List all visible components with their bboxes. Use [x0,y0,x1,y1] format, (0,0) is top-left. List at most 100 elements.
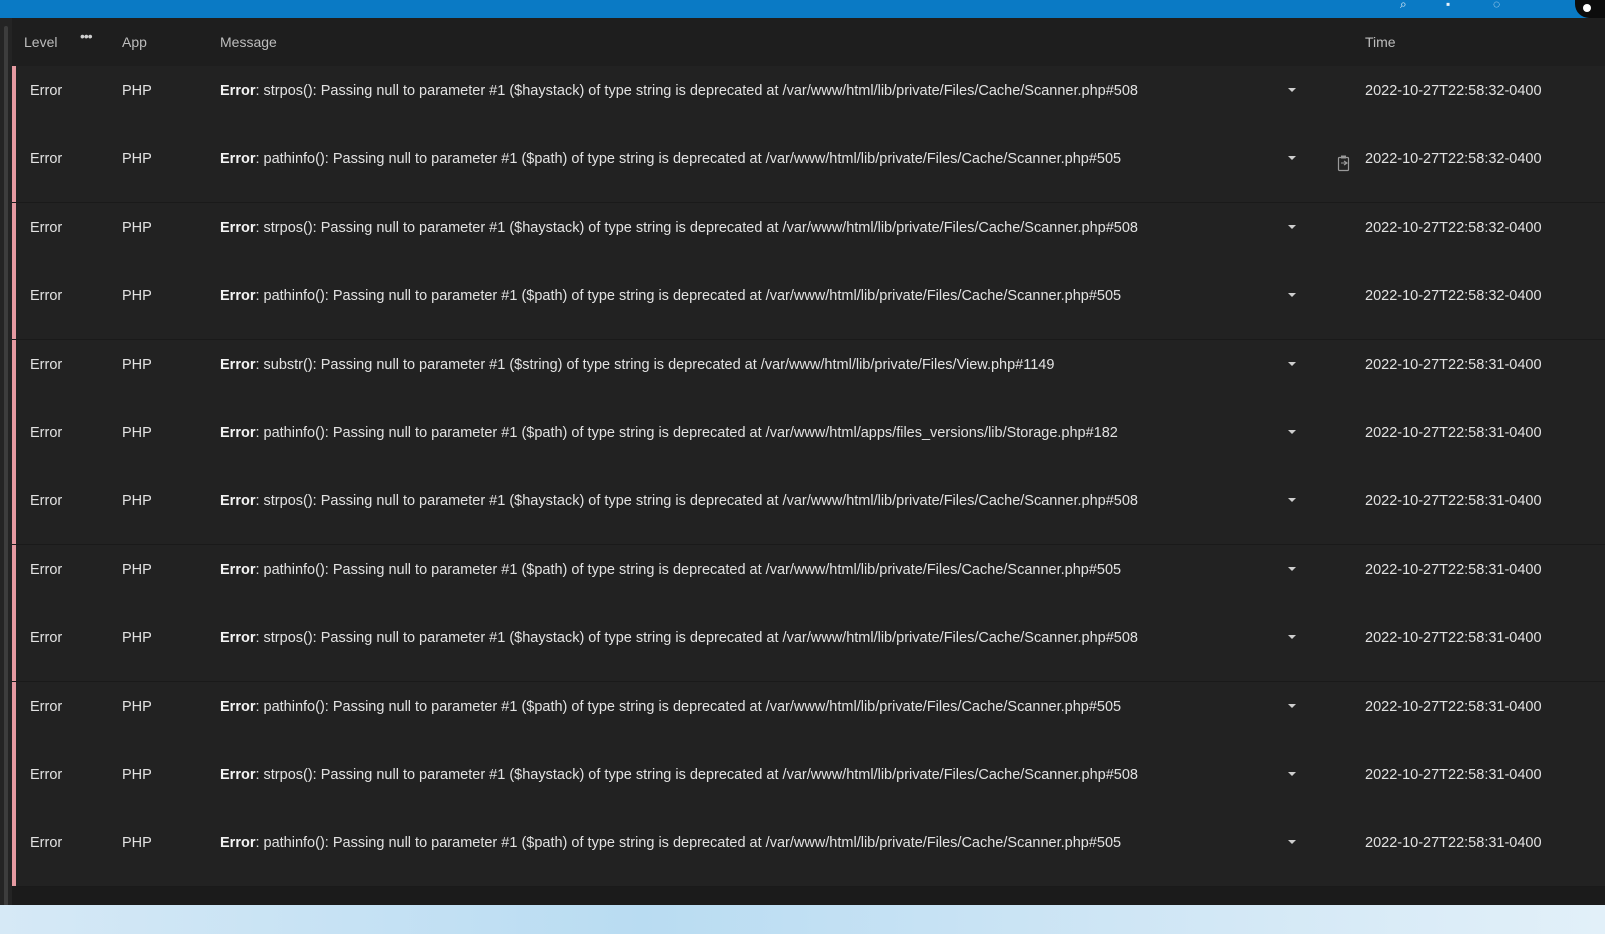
level-cell: Error [30,83,63,99]
more-horizontal-icon[interactable]: ••• [80,28,93,44]
log-row[interactable]: Error PHP Error: pathinfo(): Passing null … [12,544,1605,614]
message-cell: Error: pathinfo(): Passing null to param… [220,835,1121,851]
message-text: : pathinfo(): Passing null to parameter … [255,288,1122,305]
chevron-down-icon[interactable] [1287,153,1297,163]
chevron-down-icon[interactable] [1287,359,1297,369]
level-cell: Error [30,288,63,305]
log-row[interactable]: Error PHP Error: pathinfo(): Passing null … [12,408,1605,477]
log-row[interactable]: Error PHP Error: pathinfo(): Passing null … [12,818,1605,888]
log-row[interactable]: Error PHP Error: pathinfo(): Passing null … [12,681,1605,751]
message-cell: Error: strpos(): Passing null to paramet… [220,630,1138,646]
chevron-down-icon[interactable] [1287,769,1297,779]
message-cell: Error: pathinfo(): Passing null to param… [220,699,1121,715]
message-prefix: Error [220,493,256,510]
message-text: : pathinfo(): Passing null to parameter … [255,698,1122,715]
column-header-level[interactable]: Level [24,34,57,50]
avatar[interactable] [1575,0,1605,18]
message-text: : strpos(): Passing null to parameter #1… [255,630,1138,647]
notifications-icon[interactable]: ▪ [1446,0,1450,10]
level-indicator [12,134,16,203]
chevron-down-icon[interactable] [1287,564,1297,574]
search-icon[interactable]: ⌕ [1400,0,1407,10]
column-header-app[interactable]: App [122,34,147,50]
chevron-down-icon[interactable] [1287,495,1297,505]
scrollbar-thumb[interactable] [4,26,8,906]
message-prefix: Error [220,630,256,647]
time-cell: 2022-10-27T22:58:31-0400 [1365,493,1542,510]
message-cell: Error: substr(): Passing null to paramet… [220,357,1054,373]
app-cell: PHP [122,288,152,305]
level-cell: Error [30,151,63,168]
level-cell: Error [30,219,63,236]
app-cell: PHP [122,493,152,510]
chevron-down-icon[interactable] [1287,85,1297,95]
level-cell: Error [30,356,63,373]
message-prefix: Error [220,288,256,305]
level-cell: Error [30,767,63,783]
message-prefix: Error [220,219,256,236]
log-row[interactable]: Error PHP Error: pathinfo(): Passing null … [12,271,1605,341]
message-text: : strpos(): Passing null to parameter #1… [255,83,1138,99]
desktop-background-strip [0,905,1605,934]
message-text: : pathinfo(): Passing null to parameter … [255,561,1122,578]
log-row[interactable]: Error PHP Error: strpos(): Passing null to… [12,202,1605,272]
time-cell: 2022-10-27T22:58:31-0400 [1365,425,1542,441]
log-row[interactable]: Error PHP Error: strpos(): Passing null to… [12,613,1605,683]
time-cell: 2022-10-27T22:58:31-0400 [1365,767,1542,783]
app-cell: PHP [122,767,152,783]
message-text: : pathinfo(): Passing null to parameter … [255,835,1122,852]
clipboard-copy-icon[interactable] [1336,154,1352,172]
level-cell: Error [30,561,63,578]
level-indicator [12,202,16,271]
log-row[interactable]: Error PHP Error: strpos(): Passing null to… [12,750,1605,819]
contacts-icon[interactable]: ◌ [1493,0,1500,10]
chevron-down-icon[interactable] [1287,632,1297,642]
message-prefix: Error [220,835,256,852]
app-cell: PHP [122,83,152,99]
message-cell: Error: pathinfo(): Passing null to param… [220,288,1121,304]
level-indicator [12,818,16,887]
time-cell: 2022-10-27T22:58:31-0400 [1365,630,1542,647]
message-prefix: Error [220,561,256,578]
app-cell: PHP [122,561,152,578]
app-cell: PHP [122,219,152,236]
level-cell: Error [30,425,63,441]
time-cell: 2022-10-27T22:58:32-0400 [1365,83,1542,99]
level-indicator [12,339,16,408]
chevron-down-icon[interactable] [1287,837,1297,847]
level-indicator [12,613,16,682]
level-indicator [12,408,16,476]
time-cell: 2022-10-27T22:58:32-0400 [1365,151,1542,168]
level-cell: Error [30,698,63,715]
message-text: : strpos(): Passing null to parameter #1… [255,219,1138,236]
level-indicator [12,750,16,818]
level-indicator [12,681,16,750]
chevron-down-icon[interactable] [1287,701,1297,711]
chevron-down-icon[interactable] [1287,222,1297,232]
level-indicator [12,271,16,340]
log-row[interactable]: Error PHP Error: strpos(): Passing null to… [12,66,1605,135]
log-row[interactable]: Error PHP Error: strpos(): Passing null to… [12,476,1605,546]
message-prefix: Error [220,356,256,373]
level-indicator [12,476,16,545]
time-cell: 2022-10-27T22:58:31-0400 [1365,835,1542,852]
log-row[interactable]: Error PHP Error: substr(): Passing null to… [12,339,1605,409]
chevron-down-icon[interactable] [1287,427,1297,437]
message-cell: Error: strpos(): Passing null to paramet… [220,767,1138,783]
level-cell: Error [30,835,63,852]
column-header-time[interactable]: Time [1365,34,1396,50]
left-scrollbar[interactable] [0,18,12,928]
chevron-down-icon[interactable] [1287,290,1297,300]
message-prefix: Error [220,767,256,783]
log-row[interactable]: Error PHP Error: pathinfo(): Passing null … [12,134,1605,204]
level-cell: Error [30,630,63,647]
app-cell: PHP [122,356,152,373]
column-header-message[interactable]: Message [220,34,277,50]
app-cell: PHP [122,835,152,852]
message-cell: Error: strpos(): Passing null to paramet… [220,220,1138,236]
message-text: : strpos(): Passing null to parameter #1… [255,493,1138,510]
top-bar: ⌕ ▪ ◌ [0,0,1605,18]
time-cell: 2022-10-27T22:58:31-0400 [1365,561,1542,578]
time-cell: 2022-10-27T22:58:32-0400 [1365,219,1542,236]
level-indicator [12,66,16,134]
